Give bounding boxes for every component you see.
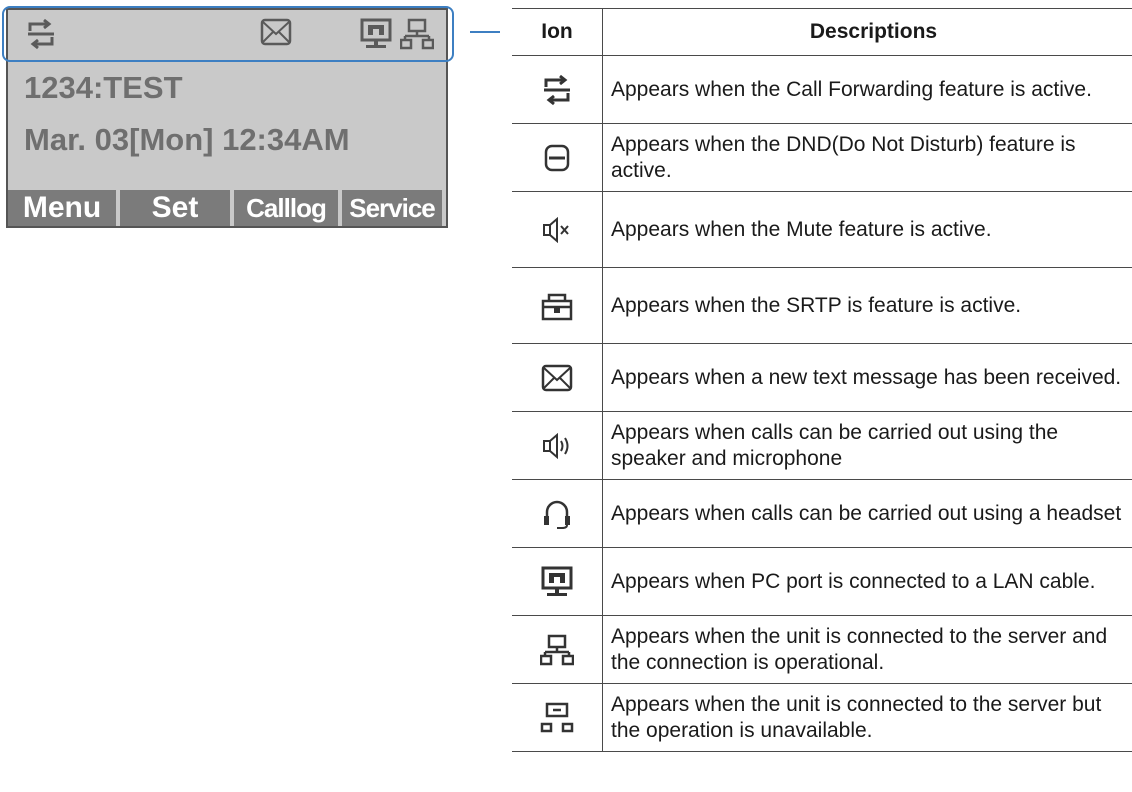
callout-leader-line (470, 31, 500, 33)
call-forward-icon (544, 74, 570, 105)
row-description: Appears when the unit is connected to th… (602, 615, 1132, 684)
table-row: Appears when calls can be carried out us… (512, 411, 1132, 480)
description-column-header: Descriptions (602, 8, 1132, 56)
table-row: Appears when the Mute feature is active. (512, 191, 1132, 268)
icon-column-header: Ion (512, 8, 603, 56)
table-row: Appears when calls can be carried out us… (512, 479, 1132, 548)
lcd-datetime-line: Mar. 03[Mon] 12:34AM (24, 122, 350, 157)
set-softkey[interactable]: Set (120, 190, 230, 226)
row-description: Appears when calls can be carried out us… (602, 479, 1132, 548)
server-connected-icon (540, 634, 574, 665)
lcd-extension-line: 1234:TEST (24, 70, 183, 105)
message-icon (541, 364, 573, 391)
table-row: Appears when the unit is connected to th… (512, 683, 1132, 752)
table-row: Appears when the unit is connected to th… (512, 615, 1132, 684)
row-description: Appears when PC port is connected to a L… (602, 547, 1132, 616)
row-description: Appears when calls can be carried out us… (602, 411, 1132, 480)
table-row: Appears when the Call Forwarding feature… (512, 55, 1132, 124)
srtp-lock-icon (541, 293, 573, 320)
row-description: Appears when the unit is connected to th… (602, 683, 1132, 752)
speakerphone-icon (543, 432, 569, 459)
dnd-icon (544, 144, 570, 171)
table-row: Appears when the DND(Do Not Disturb) fea… (512, 123, 1132, 192)
row-description: Appears when the Call Forwarding feature… (602, 55, 1132, 124)
table-row: Appears when PC port is connected to a L… (512, 547, 1132, 616)
service-softkey[interactable]: Service (342, 190, 442, 226)
row-description: Appears when the DND(Do Not Disturb) fea… (602, 123, 1132, 192)
row-description: Appears when the Mute feature is active. (602, 191, 1132, 268)
headset-icon (544, 500, 570, 529)
row-description: Appears when a new text message has been… (602, 343, 1132, 412)
server-unavailable-icon (540, 702, 574, 732)
softkey-bar: Menu Set Calllog Service (8, 190, 446, 226)
menu-softkey[interactable]: Menu (8, 190, 116, 226)
mute-icon (543, 216, 569, 243)
table-row: Appears when a new text message has been… (512, 343, 1132, 412)
calllog-softkey[interactable]: Calllog (234, 190, 338, 226)
table-row: Appears when the SRTP is feature is acti… (512, 267, 1132, 344)
pc-port-icon (541, 566, 573, 596)
row-description: Appears when the SRTP is feature is acti… (602, 267, 1132, 344)
icon-description-table: Ion Descriptions Appears when the Call F… (512, 8, 1132, 752)
status-bar-highlight (2, 6, 454, 62)
